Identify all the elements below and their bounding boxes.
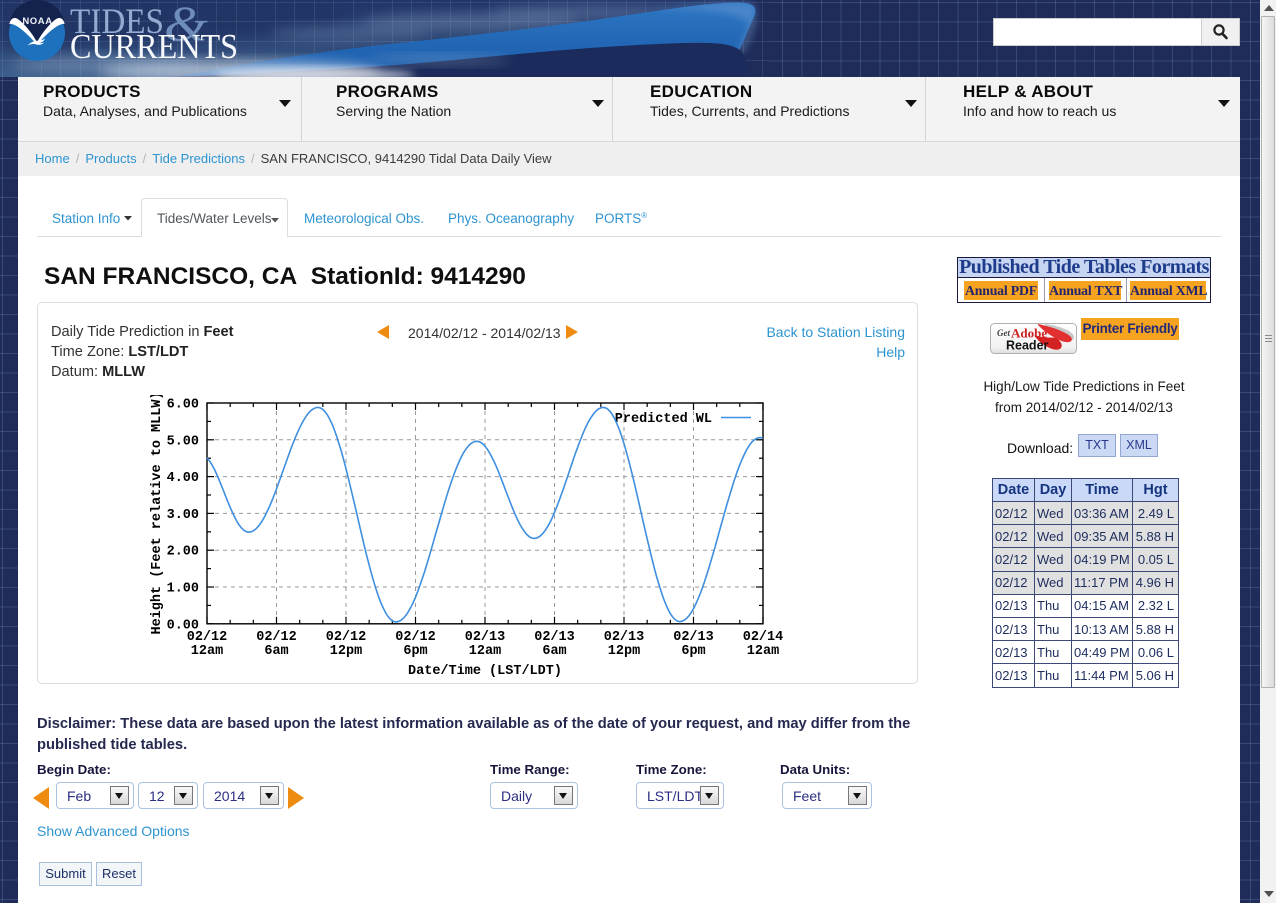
svg-text:1.00: 1.00 [167, 582, 199, 597]
svg-text:6pm: 6pm [681, 644, 705, 659]
svg-text:12am: 12am [747, 644, 779, 659]
svg-text:02/12: 02/12 [326, 630, 367, 645]
svg-text:02/14: 02/14 [743, 630, 784, 645]
svg-text:6am: 6am [264, 644, 288, 659]
svg-text:02/12: 02/12 [256, 630, 297, 645]
svg-text:12am: 12am [469, 644, 501, 659]
svg-text:6pm: 6pm [403, 644, 427, 659]
svg-text:6.00: 6.00 [167, 398, 199, 413]
svg-text:12am: 12am [191, 644, 223, 659]
svg-text:02/13: 02/13 [465, 630, 506, 645]
svg-text:12pm: 12pm [330, 644, 362, 659]
svg-text:12pm: 12pm [608, 644, 640, 659]
svg-text:Get: Get [997, 328, 1010, 338]
svg-text:Predicted WL: Predicted WL [615, 412, 712, 427]
svg-text:02/12: 02/12 [395, 630, 436, 645]
svg-text:02/13: 02/13 [673, 630, 714, 645]
svg-text:Height (Feet relative to MLLW): Height (Feet relative to MLLW) [150, 395, 165, 635]
svg-text:Date/Time (LST/LDT): Date/Time (LST/LDT) [408, 664, 562, 679]
svg-text:02/13: 02/13 [604, 630, 645, 645]
svg-text:CURRENTS: CURRENTS [70, 27, 238, 66]
svg-text:2.00: 2.00 [167, 545, 199, 560]
svg-text:02/12: 02/12 [187, 630, 228, 645]
svg-text:02/13: 02/13 [534, 630, 575, 645]
svg-text:NOAA: NOAA [22, 16, 52, 27]
svg-text:6am: 6am [542, 644, 566, 659]
svg-text:Reader: Reader [1006, 339, 1049, 353]
svg-text:4.00: 4.00 [167, 471, 199, 486]
svg-text:5.00: 5.00 [167, 434, 199, 449]
svg-text:3.00: 3.00 [167, 508, 199, 523]
